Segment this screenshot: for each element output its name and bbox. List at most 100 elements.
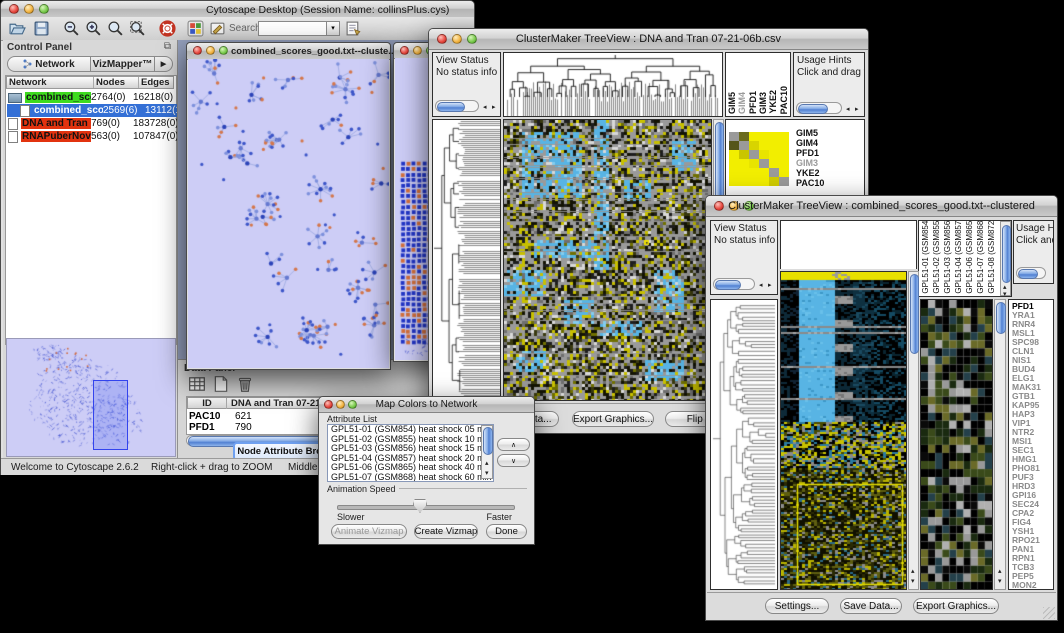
tabs-overflow-icon[interactable]: ▶ [155, 56, 173, 72]
heatmap-cell[interactable] [759, 168, 769, 177]
heatmap-cell[interactable] [759, 159, 769, 168]
speed-slider-thumb[interactable] [413, 499, 427, 513]
zoom-actual-icon[interactable] [107, 20, 124, 37]
search-input[interactable] [258, 21, 328, 36]
delete-attribute-icon[interactable] [236, 375, 254, 393]
scroll-down-icon[interactable]: ▾ [911, 578, 915, 585]
tv1-column-dendrogram[interactable] [503, 52, 723, 117]
animate-vizmap-button[interactable]: Animate Vizmap [331, 524, 407, 539]
heatmap-cell[interactable] [779, 132, 789, 141]
save-icon[interactable] [33, 20, 50, 37]
listbox-vscrollbar[interactable]: ▴ ▾ [481, 425, 493, 479]
heatmap-cell[interactable] [749, 150, 759, 159]
row-label[interactable]: GIM3 [796, 158, 824, 168]
tv2-heatmap-vscrollbar[interactable]: ▴ ▾ [908, 271, 919, 590]
heatmap-cell[interactable] [769, 177, 779, 186]
column-label[interactable]: PAC10 [780, 86, 790, 114]
attribute-select-icon[interactable] [188, 375, 206, 393]
settings-button[interactable]: Settings... [765, 598, 829, 614]
heatmap-cell[interactable] [729, 159, 739, 168]
network-overview-thumbnail[interactable] [6, 338, 176, 457]
scroll-up-icon[interactable]: ▴ [998, 568, 1002, 575]
report-icon[interactable] [345, 20, 362, 37]
table-cell[interactable]: 790 [235, 422, 252, 433]
heatmap-cell[interactable] [739, 132, 749, 141]
vizmapper-icon[interactable] [187, 20, 204, 37]
heatmap-cell[interactable] [779, 141, 789, 150]
row-label[interactable]: GIM5 [796, 128, 824, 138]
network1-canvas-view[interactable] [188, 59, 389, 368]
heatmap-cell[interactable] [739, 150, 749, 159]
heatmap-cell[interactable] [749, 168, 759, 177]
heatmap-cell[interactable] [759, 141, 769, 150]
overview-viewport-rect[interactable] [93, 380, 128, 450]
heatmap-cell[interactable] [729, 132, 739, 141]
open-file-icon[interactable] [9, 20, 26, 37]
heatmap-cell[interactable] [769, 150, 779, 159]
minimize-button[interactable] [206, 46, 215, 55]
close-button[interactable] [400, 46, 409, 55]
zoom-button[interactable] [39, 4, 49, 14]
scroll-down-icon[interactable]: ▾ [1003, 291, 1007, 297]
done-button[interactable]: Done [486, 524, 527, 539]
scroll-down-icon[interactable]: ▾ [998, 578, 1002, 585]
new-attribute-icon[interactable] [212, 375, 230, 393]
tv2-collabels-vscrollbar[interactable]: ▴ ▾ [1000, 221, 1011, 296]
table-cell[interactable]: PAC10 [189, 411, 221, 422]
scroll-left-icon[interactable]: ◂ [759, 282, 763, 289]
zoom-in-icon[interactable] [85, 20, 102, 37]
close-button[interactable] [193, 46, 202, 55]
move-up-button[interactable]: ∧ [497, 438, 530, 451]
row-label[interactable]: PAC10 [796, 178, 824, 188]
scroll-up-icon[interactable]: ▴ [1003, 284, 1007, 291]
heatmap-cell[interactable] [779, 177, 789, 186]
heatmap-cell[interactable] [779, 168, 789, 177]
scroll-right-icon[interactable]: ▸ [492, 104, 496, 111]
scroll-left-icon[interactable]: ◂ [846, 106, 850, 113]
speed-slider-track[interactable] [337, 505, 515, 510]
tv1-row-dendrogram[interactable] [432, 119, 501, 401]
dialog-titlebar[interactable]: Map Colors to Network [319, 397, 534, 413]
heatmap-cell[interactable] [739, 141, 749, 150]
scroll-up-icon[interactable]: ▴ [485, 460, 489, 467]
heatmap-cell[interactable] [739, 177, 749, 186]
column-label[interactable]: GPL51-08 (GSM872) [988, 220, 999, 294]
view-status-hscrollbar[interactable] [435, 100, 479, 112]
heatmap-cell[interactable] [739, 159, 749, 168]
column-label[interactable]: YKE2 [769, 90, 779, 114]
heatmap-cell[interactable] [749, 159, 759, 168]
attribute-list-item[interactable]: GPL51-07 (GSM868) heat shock 60 min [328, 473, 493, 482]
resize-grip[interactable] [1043, 607, 1055, 619]
row-label[interactable]: YKE2 [796, 168, 824, 178]
main-titlebar[interactable]: Cytoscape Desktop (Session Name: collins… [1, 1, 474, 18]
heatmap-cell[interactable] [759, 150, 769, 159]
close-button[interactable] [9, 4, 19, 14]
column-label[interactable]: GIM4 [738, 92, 748, 114]
move-down-button[interactable]: ∨ [497, 454, 530, 467]
float-panel-icon[interactable]: ⧉ [164, 41, 171, 52]
heatmap-cell[interactable] [739, 168, 749, 177]
heatmap-cell[interactable] [759, 177, 769, 186]
scroll-up-icon[interactable]: ▴ [911, 568, 915, 575]
heatmap-cell[interactable] [729, 150, 739, 159]
scroll-left-icon[interactable]: ◂ [483, 104, 487, 111]
export-graphics-button[interactable]: Export Graphics... [572, 411, 654, 427]
heatmap-cell[interactable] [729, 141, 739, 150]
tv2-zoom-vscrollbar[interactable]: ▴ ▾ [994, 299, 1006, 590]
heatmap-cell[interactable] [769, 168, 779, 177]
tv1-heatmap[interactable] [503, 119, 712, 401]
scroll-down-icon[interactable]: ▾ [485, 470, 489, 477]
heatmap-cell[interactable] [729, 168, 739, 177]
create-vizmap-button[interactable]: Create Vizmap [414, 524, 478, 539]
treeview1-titlebar[interactable]: ClusterMaker TreeView : DNA and Tran 07-… [429, 29, 868, 50]
table-cell[interactable]: PFD1 [189, 422, 215, 433]
heatmap-cell[interactable] [729, 177, 739, 186]
export-graphics-button[interactable]: Export Graphics... [913, 598, 999, 614]
zoom-button[interactable] [219, 46, 228, 55]
tab-network[interactable]: Network [7, 56, 91, 72]
annotation-icon[interactable] [209, 20, 226, 37]
table-cell[interactable]: 621 [235, 411, 252, 422]
network-row[interactable]: RNAPuberNov2+| 563(0) 107847(0) [7, 130, 177, 143]
zoom-out-icon[interactable] [63, 20, 80, 37]
usage-hints-hscrollbar[interactable] [796, 102, 842, 114]
